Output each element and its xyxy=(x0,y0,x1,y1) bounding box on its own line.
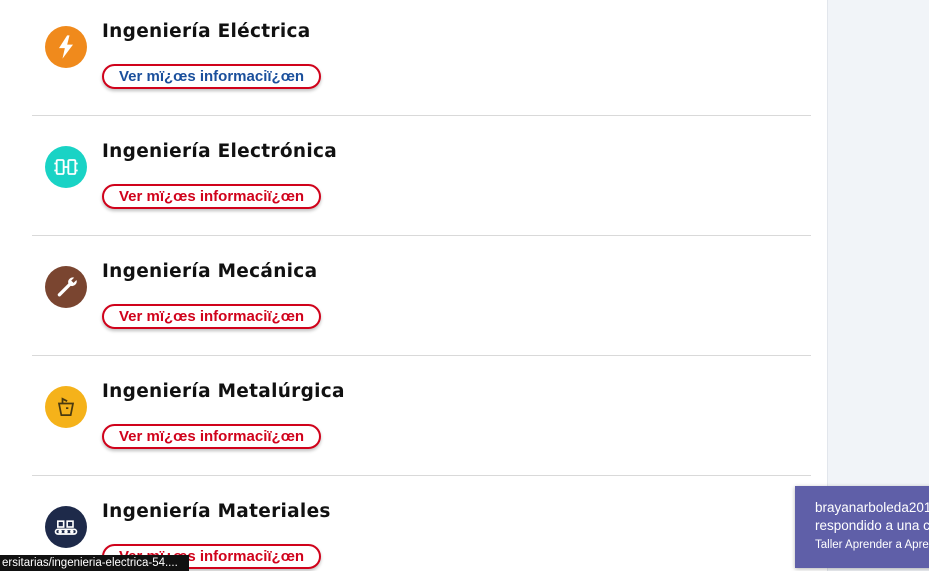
program-title: Ingeniería Materiales xyxy=(102,501,331,522)
program-item-metalurgica: Ingeniería Metalúrgica Ver mï¿œs informa… xyxy=(32,356,811,476)
program-title: Ingeniería Eléctrica xyxy=(102,21,311,42)
more-info-button[interactable]: Ver mï¿œs informaciï¿œn xyxy=(102,424,321,449)
circuit-board-icon xyxy=(45,146,87,188)
notification-toast[interactable]: brayanarboleda201 respondido a una c Tal… xyxy=(795,486,929,568)
lightning-bolt-icon xyxy=(45,26,87,68)
program-title: Ingeniería Mecánica xyxy=(102,261,318,282)
program-item-electrica: Ingeniería Eléctrica Ver mï¿œs informaci… xyxy=(32,0,811,116)
notification-line-3: Taller Aprender a Apre xyxy=(815,539,929,551)
status-bar-url: ersitarias/ingenieria-electrica-54.... xyxy=(0,555,189,571)
notification-line-1: brayanarboleda201 xyxy=(815,500,929,515)
program-item-electronica: Ingeniería Electrónica Ver mï¿œs informa… xyxy=(32,116,811,236)
notification-line-2: respondido a una c xyxy=(815,518,929,533)
more-info-button[interactable]: Ver mï¿œs informaciï¿œn xyxy=(102,184,321,209)
program-item-mecanica: Ingeniería Mecánica Ver mï¿œs informaciï… xyxy=(32,236,811,356)
more-info-button[interactable]: Ver mï¿œs informaciï¿œn xyxy=(102,64,321,89)
program-list: Ingeniería Eléctrica Ver mï¿œs informaci… xyxy=(0,0,827,571)
crucible-icon xyxy=(45,386,87,428)
wrench-icon xyxy=(45,266,87,308)
more-info-button[interactable]: Ver mï¿œs informaciï¿œn xyxy=(102,304,321,329)
conveyor-icon xyxy=(45,506,87,548)
program-title: Ingeniería Electrónica xyxy=(102,141,338,162)
program-title: Ingeniería Metalúrgica xyxy=(102,381,345,402)
